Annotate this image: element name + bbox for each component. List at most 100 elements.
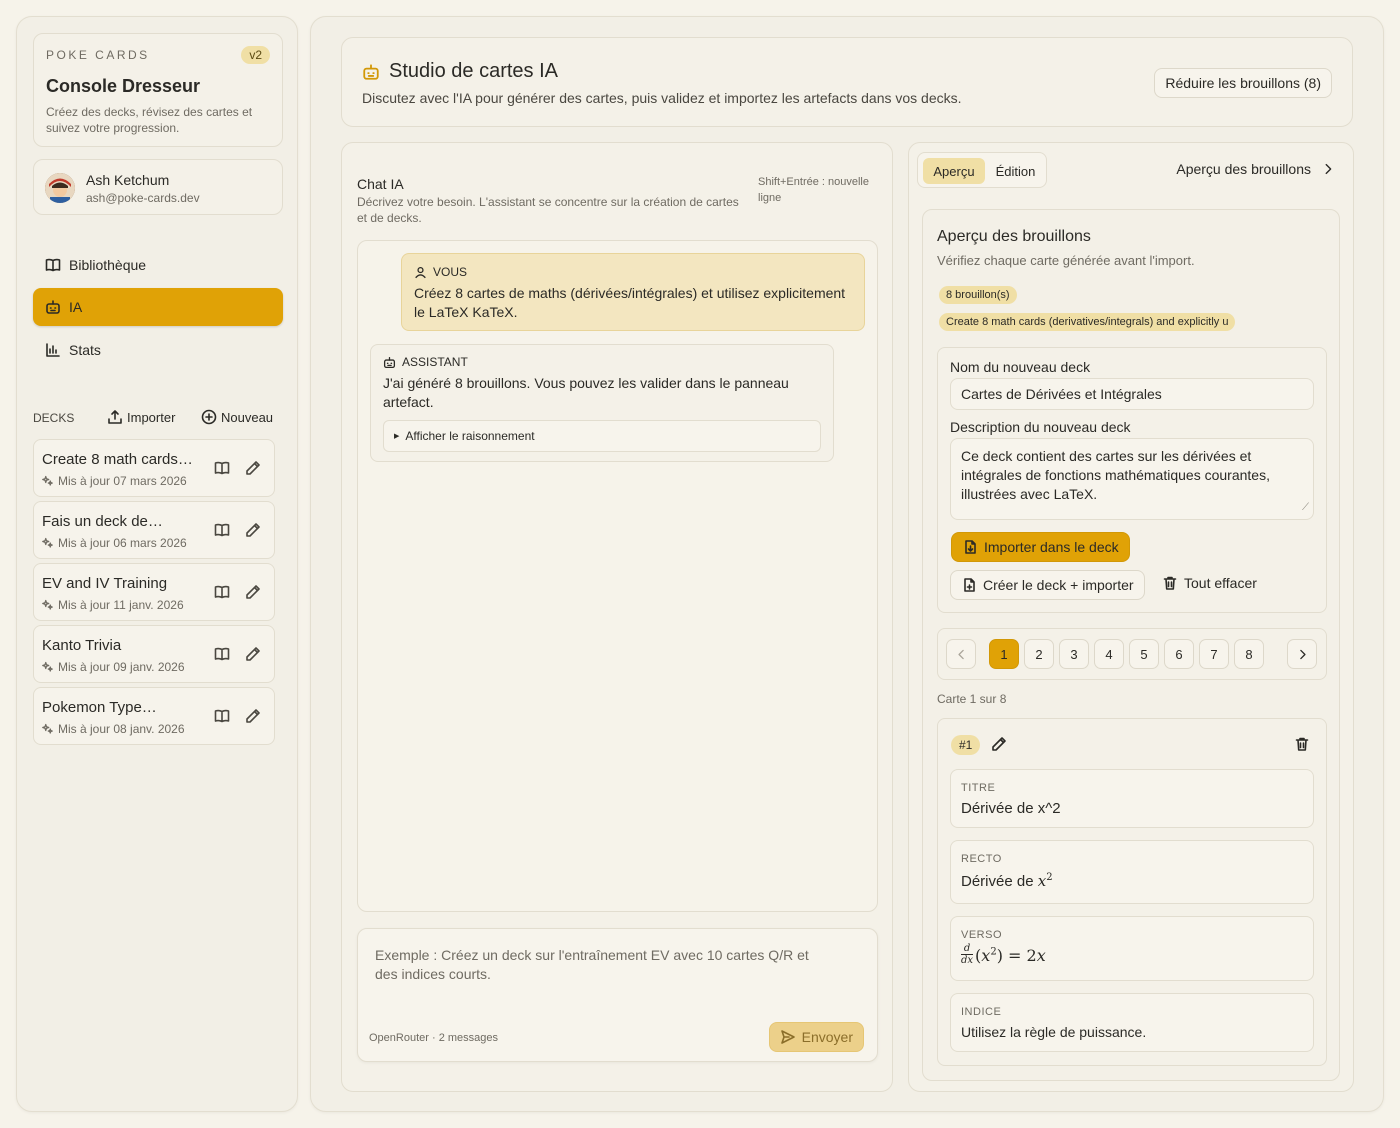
chart-icon bbox=[46, 343, 60, 357]
open-book-icon[interactable] bbox=[214, 584, 230, 600]
page-button-7[interactable]: 7 bbox=[1199, 639, 1229, 669]
bot-icon bbox=[46, 300, 60, 314]
card-title-value: Dérivée de x^2 bbox=[961, 800, 1061, 817]
next-page-button[interactable] bbox=[1287, 639, 1317, 669]
deck-updated: Mis à jour 06 mars 2026 bbox=[42, 536, 187, 550]
user-message: VOUS Créez 8 cartes de maths (dérivées/i… bbox=[401, 253, 865, 331]
prev-page-button[interactable] bbox=[946, 639, 976, 669]
edit-icon[interactable] bbox=[245, 460, 261, 476]
deck-item[interactable]: EV and IV Training Mis à jour 11 janv. 2… bbox=[33, 563, 275, 621]
chat-title: Chat IA bbox=[357, 176, 404, 192]
drafts-preview: Aperçu des brouillons Vérifiez chaque ca… bbox=[922, 209, 1340, 1081]
page-button-3[interactable]: 3 bbox=[1059, 639, 1089, 669]
card-counter: Carte 1 sur 8 bbox=[937, 692, 1007, 706]
edit-icon[interactable] bbox=[245, 708, 261, 724]
brand-label: POKE CARDS bbox=[46, 48, 150, 62]
deck-item[interactable]: Fais un deck de… Mis à jour 06 mars 2026 bbox=[33, 501, 275, 559]
brand-description: Créez des decks, révisez des cartes et s… bbox=[46, 105, 253, 135]
edit-icon[interactable] bbox=[245, 646, 261, 662]
import-deck-button[interactable]: Importer bbox=[107, 409, 175, 425]
send-button[interactable]: Envoyer bbox=[768, 1022, 864, 1052]
deck-updated: Mis à jour 07 mars 2026 bbox=[42, 474, 187, 488]
draft-count-badge: 8 brouillon(s) bbox=[939, 286, 1017, 304]
clear-all-button[interactable]: Tout effacer bbox=[1162, 575, 1257, 591]
deck-name-label: Nom du nouveau deck bbox=[950, 359, 1091, 375]
nav-item-stats[interactable]: Stats bbox=[33, 331, 283, 369]
user-email: ash@poke-cards.dev bbox=[86, 191, 200, 205]
chevron-right-icon bbox=[1299, 649, 1306, 659]
open-book-icon[interactable] bbox=[214, 522, 230, 538]
card-title-field: TITRE Dérivée de x^2 bbox=[950, 769, 1314, 828]
newline-hint: Shift+Entrée : nouvelle ligne bbox=[758, 176, 869, 204]
math-expression: x2 bbox=[1037, 872, 1053, 890]
deck-title: Pokemon Type… bbox=[42, 699, 157, 716]
bot-icon bbox=[383, 356, 396, 368]
page-subtitle: Discutez avec l'IA pour générer des cart… bbox=[362, 90, 962, 106]
page-title: Studio de cartes IA bbox=[389, 60, 558, 82]
deck-item[interactable]: Create 8 math cards… Mis à jour 07 mars … bbox=[33, 439, 275, 497]
card-hint-value: Utilisez la règle de puissance. bbox=[961, 1024, 1147, 1040]
tab-edit[interactable]: Édition bbox=[988, 158, 1043, 184]
page-button-8[interactable]: 8 bbox=[1234, 639, 1264, 669]
artifact-panel: Aperçu Édition Aperçu des brouillons Ape… bbox=[908, 142, 1354, 1092]
assistant-message: ASSISTANT J'ai généré 8 brouillons. Vous… bbox=[370, 344, 834, 462]
open-book-icon[interactable] bbox=[214, 646, 230, 662]
deck-item[interactable]: Pokemon Type… Mis à jour 08 janv. 2026 bbox=[33, 687, 275, 745]
pagination: 1 2 3 4 5 6 7 8 bbox=[937, 628, 1327, 680]
file-plus-icon bbox=[964, 578, 975, 592]
deck-name-input[interactable]: Cartes de Dérivées et Intégrales bbox=[950, 378, 1314, 410]
bot-icon bbox=[363, 64, 379, 80]
reasoning-toggle[interactable]: ▶ Afficher le raisonnement bbox=[383, 420, 821, 452]
nav-label: Bibliothèque bbox=[69, 257, 147, 273]
sparkles-icon bbox=[42, 723, 53, 734]
sparkles-icon bbox=[42, 537, 53, 548]
open-book-icon[interactable] bbox=[214, 460, 230, 476]
chat-composer: Exemple : Créez un deck sur l'entraîneme… bbox=[357, 928, 878, 1062]
file-import-icon bbox=[965, 540, 976, 554]
user-card[interactable]: Ash Ketchum ash@poke-cards.dev bbox=[33, 159, 283, 215]
trash-icon[interactable] bbox=[1294, 736, 1310, 752]
deck-updated: Mis à jour 09 janv. 2026 bbox=[42, 660, 185, 674]
studio-header: Studio de cartes IA Discutez avec l'IA p… bbox=[341, 37, 1353, 127]
card-hint-field: INDICE Utilisez la règle de puissance. bbox=[950, 993, 1314, 1052]
new-deck-button[interactable]: Nouveau bbox=[201, 409, 273, 425]
card-front-field: RECTO Dérivée de x2 bbox=[950, 840, 1314, 904]
message-role: VOUS bbox=[433, 265, 468, 279]
page-button-6[interactable]: 6 bbox=[1164, 639, 1194, 669]
edit-icon[interactable] bbox=[991, 736, 1007, 752]
section-subtitle: Vérifiez chaque carte générée avant l'im… bbox=[937, 253, 1195, 268]
chat-input[interactable]: Exemple : Créez un deck sur l'entraîneme… bbox=[375, 946, 835, 984]
sparkles-icon bbox=[42, 475, 53, 486]
message-list[interactable]: VOUS Créez 8 cartes de maths (dérivées/i… bbox=[357, 240, 878, 912]
decks-heading: DECKS bbox=[33, 411, 75, 425]
prompt-badge: Create 8 math cards (derivatives/integra… bbox=[939, 313, 1236, 331]
sidebar: POKE CARDS v2 Console Dresseur Créez des… bbox=[16, 16, 298, 1112]
brand-card: POKE CARDS v2 Console Dresseur Créez des… bbox=[33, 33, 283, 147]
page-button-1[interactable]: 1 bbox=[989, 639, 1019, 669]
edit-icon[interactable] bbox=[245, 584, 261, 600]
page-button-2[interactable]: 2 bbox=[1024, 639, 1054, 669]
trash-icon bbox=[1163, 576, 1177, 590]
edit-icon[interactable] bbox=[245, 522, 261, 538]
tab-preview[interactable]: Aperçu bbox=[923, 158, 985, 184]
deck-item[interactable]: Kanto Trivia Mis à jour 09 janv. 2026 bbox=[33, 625, 275, 683]
nav-item-ai[interactable]: IA bbox=[33, 288, 283, 326]
drafts-preview-toggle[interactable]: Aperçu des brouillons bbox=[1176, 161, 1335, 177]
deck-title: EV and IV Training bbox=[42, 575, 168, 592]
chat-panel: Chat IA Décrivez votre besoin. L'assista… bbox=[341, 142, 893, 1092]
page-button-5[interactable]: 5 bbox=[1129, 639, 1159, 669]
nav-label: Stats bbox=[69, 342, 101, 358]
sparkles-icon bbox=[42, 599, 53, 610]
nav-item-library[interactable]: Bibliothèque bbox=[33, 246, 283, 284]
resize-handle-icon[interactable]: ⟋ bbox=[1302, 498, 1309, 517]
deck-description-textarea[interactable]: Ce deck contient des cartes sur les déri… bbox=[950, 438, 1314, 520]
section-title: Aperçu des brouillons bbox=[937, 228, 1091, 245]
deck-title: Create 8 math cards… bbox=[42, 451, 193, 468]
create-deck-import-button[interactable]: Créer le deck + importer bbox=[950, 570, 1145, 600]
import-into-deck-button[interactable]: Importer dans le deck bbox=[951, 532, 1130, 562]
send-icon bbox=[780, 1030, 795, 1044]
nav-label: IA bbox=[69, 299, 83, 315]
collapse-drafts-button[interactable]: Réduire les brouillons (8) bbox=[1154, 68, 1332, 98]
open-book-icon[interactable] bbox=[214, 708, 230, 724]
page-button-4[interactable]: 4 bbox=[1094, 639, 1124, 669]
